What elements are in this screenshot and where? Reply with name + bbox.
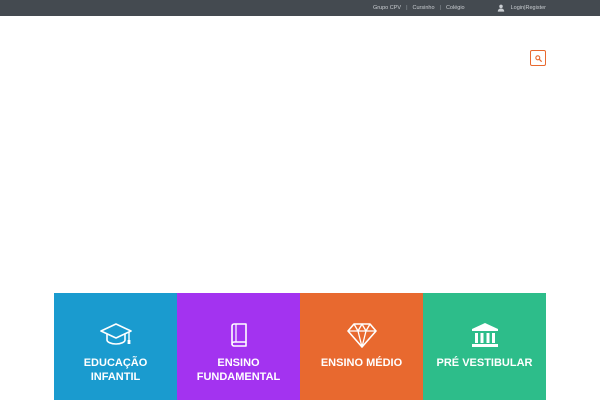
tile-label: ENSINO MÉDIO — [320, 357, 403, 369]
link-cursinho[interactable]: Cursinho — [413, 5, 435, 11]
link-colegio[interactable]: Colégio — [446, 5, 465, 11]
search-button[interactable] — [530, 50, 546, 66]
tile-label: INFANTIL — [90, 371, 141, 383]
education-levels: EDUCAÇÃO INFANTIL ENSINO FUNDAMENTAL ENS… — [54, 293, 546, 400]
top-bar: Grupo CPV | Cursinho | Colégio Login | R… — [0, 0, 600, 16]
tile-pre-vestibular[interactable]: PRÉ VESTIBULAR — [423, 293, 546, 400]
user-icon — [497, 4, 504, 12]
tile-label: EDUCAÇÃO — [83, 357, 148, 369]
tile-label: ENSINO — [217, 357, 260, 369]
account-links: Login | Register — [497, 4, 546, 12]
search-icon — [534, 54, 542, 62]
graduation-cap-icon — [99, 323, 132, 345]
diamond-icon — [346, 323, 377, 348]
book-icon — [230, 323, 247, 347]
separator: | — [406, 5, 408, 11]
tile-label: FUNDAMENTAL — [196, 371, 281, 383]
link-grupo-cpv[interactable]: Grupo CPV — [373, 5, 401, 11]
top-links: Grupo CPV | Cursinho | Colégio — [373, 5, 465, 11]
institution-icon — [471, 323, 498, 347]
tile-ensino-fundamental[interactable]: ENSINO FUNDAMENTAL — [177, 293, 300, 400]
tile-ensino-medio[interactable]: ENSINO MÉDIO — [300, 293, 423, 400]
tile-educacao-infantil[interactable]: EDUCAÇÃO INFANTIL — [54, 293, 177, 400]
tile-label: PRÉ VESTIBULAR — [436, 357, 533, 369]
login-link[interactable]: Login — [511, 5, 524, 11]
separator: | — [439, 5, 441, 11]
register-link[interactable]: Register — [526, 5, 546, 11]
